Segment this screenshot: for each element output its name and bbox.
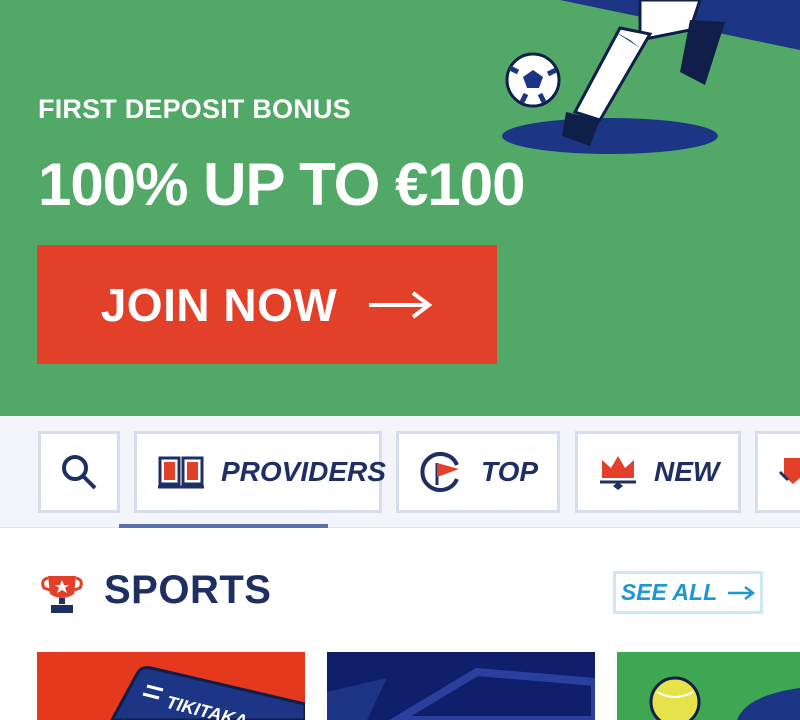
pitch-lines-illustration [327, 667, 595, 720]
search-button[interactable] [38, 431, 120, 513]
badge-icon [778, 458, 800, 484]
sport-tile[interactable] [327, 652, 595, 720]
see-all-button[interactable]: SEE ALL [613, 571, 763, 614]
sport-tile[interactable] [617, 652, 800, 720]
sports-tiles: TIKITAKA [0, 652, 800, 720]
book-icon [158, 456, 204, 489]
tab-providers-label: PROVIDERS [221, 456, 386, 487]
tab-new[interactable]: NEW [575, 431, 741, 513]
join-now-button[interactable]: JOIN NOW [37, 245, 497, 364]
search-icon [62, 455, 97, 490]
arrow-right-icon [728, 585, 756, 600]
crown-icon [600, 456, 636, 490]
sport-tile[interactable]: TIKITAKA [37, 652, 305, 720]
see-all-label: SEE ALL [620, 579, 718, 605]
sports-section-title: SPORTS [104, 568, 272, 612]
tab-more[interactable] [755, 431, 800, 513]
sports-section-header: SPORTS SEE ALL [0, 528, 800, 648]
arrow-right-icon [369, 290, 433, 319]
hero-banner: FIRST DEPOSIT BONUS 100% UP TO €100 JOIN… [0, 0, 800, 416]
tab-providers[interactable]: PROVIDERS [134, 431, 386, 513]
tab-top[interactable]: TOP [396, 431, 560, 513]
flag-icon [420, 452, 459, 492]
trophy-icon [41, 576, 83, 613]
bonus-headline: 100% UP TO €100 [38, 151, 525, 218]
join-now-label: JOIN NOW [100, 278, 338, 331]
bonus-subtitle: FIRST DEPOSIT BONUS [38, 94, 351, 124]
category-bar: PROVIDERS TOP NEW [0, 416, 800, 528]
tab-new-label: NEW [654, 456, 720, 487]
tennis-illustration [649, 676, 800, 720]
tab-top-label: TOP [481, 456, 539, 487]
